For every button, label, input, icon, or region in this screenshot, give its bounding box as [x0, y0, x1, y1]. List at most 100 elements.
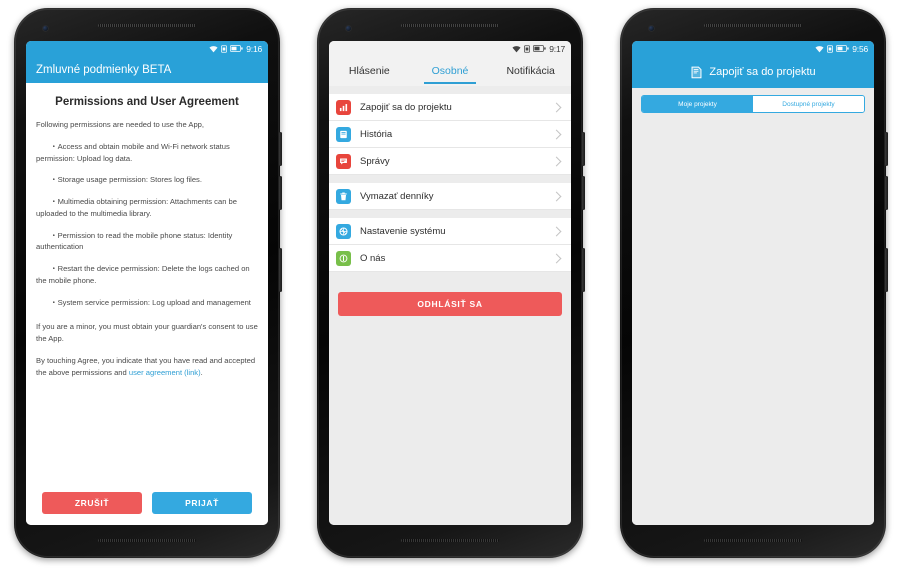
cancel-button[interactable]: ZRUŠIŤ	[42, 492, 142, 514]
volume-down-button[interactable]	[279, 176, 282, 210]
settings-list: Zapojiť sa do projektu História Správy V…	[329, 86, 571, 525]
list-item[interactable]: Zapojiť sa do projektu	[329, 94, 571, 121]
segment-label: Dostupné projekty	[782, 100, 835, 108]
permissions-document: Permissions and User Agreement Following…	[26, 83, 268, 525]
tab-label: Hlásenie	[348, 65, 390, 77]
front-camera-icon	[42, 25, 49, 32]
status-bar: 9:16	[26, 41, 268, 56]
phone-3-screen: 9:56 Zapojiť sa do projektu Moje projekt…	[632, 41, 874, 525]
phone-device-1: 9:16 Zmluvné podmienky BETA Permissions …	[14, 8, 282, 558]
list-group-separator	[329, 86, 571, 94]
permission-bullet: ・Storage usage permission: Stores log fi…	[50, 175, 202, 185]
chat-bubble-icon	[336, 153, 351, 169]
list-item[interactable]: História	[329, 121, 571, 148]
volume-down-button[interactable]	[885, 176, 888, 210]
agreement-suffix: .	[200, 367, 203, 377]
battery-icon	[836, 45, 849, 52]
info-power-icon	[336, 250, 351, 266]
tab-label: Notifikácia	[506, 65, 555, 77]
document-icon	[691, 66, 702, 78]
phone-device-2: 9:17 Hlásenie Osobné Notifikácia Zapojiť…	[317, 8, 585, 558]
segment-dostupne-projekty[interactable]: Dostupné projekty	[753, 96, 864, 112]
power-button[interactable]	[885, 248, 888, 292]
list-item[interactable]: O nás	[329, 245, 571, 272]
list-item-label: Zapojiť sa do projektu	[360, 101, 452, 113]
settings-globe-icon	[336, 223, 351, 239]
earpiece-speaker-icon	[704, 24, 802, 27]
status-time: 9:16	[246, 43, 262, 54]
list-item[interactable]: Vymazať denníky	[329, 183, 571, 210]
chevron-right-icon	[551, 226, 562, 236]
wifi-icon	[815, 45, 824, 52]
phone-device-3: 9:56 Zapojiť sa do projektu Moje projekt…	[620, 8, 888, 558]
permission-bullet: ・Permission to read the mobile phone sta…	[36, 230, 233, 252]
list-item-label: História	[360, 128, 393, 140]
power-button[interactable]	[279, 248, 282, 292]
agreement-text: By touching Agree, you indicate that you…	[36, 355, 258, 379]
document-actions: ZRUŠIŤ PRIJAŤ	[36, 488, 258, 517]
app-bar-title: Zmluvné podmienky BETA	[26, 56, 268, 83]
permission-bullet: ・Access and obtain mobile and Wi-Fi netw…	[36, 141, 230, 163]
status-bar: 9:17	[329, 41, 571, 56]
chevron-right-icon	[551, 191, 562, 201]
list-item[interactable]: Správy	[329, 148, 571, 175]
book-icon	[336, 126, 351, 142]
sim-card-icon	[827, 44, 834, 53]
list-group-separator	[329, 272, 571, 280]
sim-card-icon	[524, 44, 531, 53]
app-bar-title: Zapojiť sa do projektu	[632, 56, 874, 88]
chevron-right-icon	[551, 156, 562, 166]
segmented-control: Moje projekty Dostupné projekty	[641, 95, 865, 113]
front-camera-icon	[345, 25, 352, 32]
volume-up-button[interactable]	[582, 132, 585, 166]
logout-area: ODHLÁSIŤ SA	[329, 280, 571, 316]
tab-osobne[interactable]: Osobné	[410, 56, 491, 86]
trash-icon	[336, 188, 351, 204]
tab-notifikacia[interactable]: Notifikácia	[490, 56, 571, 86]
phone-1-screen: 9:16 Zmluvné podmienky BETA Permissions …	[26, 41, 268, 525]
empty-project-list	[632, 120, 874, 525]
tab-label: Osobné	[431, 65, 469, 77]
list-item-label: Vymazať denníky	[360, 190, 434, 202]
wifi-icon	[209, 45, 218, 52]
app-bar-title-text: Zapojiť sa do projektu	[709, 66, 816, 78]
volume-down-button[interactable]	[582, 176, 585, 210]
volume-up-button[interactable]	[279, 132, 282, 166]
front-camera-icon	[648, 25, 655, 32]
chart-bars-icon	[336, 99, 351, 115]
earpiece-speaker-icon	[401, 24, 499, 27]
list-item-label: Správy	[360, 155, 390, 167]
status-bar: 9:56	[632, 41, 874, 56]
list-item-label: O nás	[360, 252, 386, 264]
tab-hlasenie[interactable]: Hlásenie	[329, 56, 410, 86]
volume-up-button[interactable]	[885, 132, 888, 166]
intro-text: Following permissions are needed to use …	[36, 120, 205, 129]
chevron-right-icon	[551, 129, 562, 139]
segment-moje-projekty[interactable]: Moje projekty	[642, 96, 753, 112]
bottom-speaker-icon	[98, 539, 196, 542]
permissions-body: Following permissions are needed to use …	[36, 119, 258, 488]
logout-button[interactable]: ODHLÁSIŤ SA	[338, 292, 562, 316]
minor-consent-text: If you are a minor, you must obtain your…	[36, 322, 258, 344]
tab-bar: Hlásenie Osobné Notifikácia	[329, 56, 571, 86]
wifi-icon	[512, 45, 521, 52]
chevron-right-icon	[551, 253, 562, 263]
bottom-speaker-icon	[704, 539, 802, 542]
list-group-separator	[329, 175, 571, 183]
battery-icon	[230, 45, 243, 52]
status-time: 9:56	[852, 43, 868, 54]
user-agreement-link[interactable]: user agreement (link)	[129, 368, 201, 377]
screenshot-stage: 9:16 Zmluvné podmienky BETA Permissions …	[0, 0, 900, 570]
list-item[interactable]: Nastavenie systému	[329, 218, 571, 245]
phone-2-screen: 9:17 Hlásenie Osobné Notifikácia Zapojiť…	[329, 41, 571, 525]
battery-icon	[533, 45, 546, 52]
list-item-label: Nastavenie systému	[360, 225, 446, 237]
segmented-control-area: Moje projekty Dostupné projekty	[632, 88, 874, 120]
accept-button[interactable]: PRIJAŤ	[152, 492, 252, 514]
permission-bullet: ・Restart the device permission: Delete t…	[36, 264, 250, 285]
list-group-separator	[329, 210, 571, 218]
page-title: Permissions and User Agreement	[55, 96, 239, 108]
status-time: 9:17	[549, 43, 565, 54]
power-button[interactable]	[582, 248, 585, 292]
bottom-speaker-icon	[401, 539, 499, 542]
